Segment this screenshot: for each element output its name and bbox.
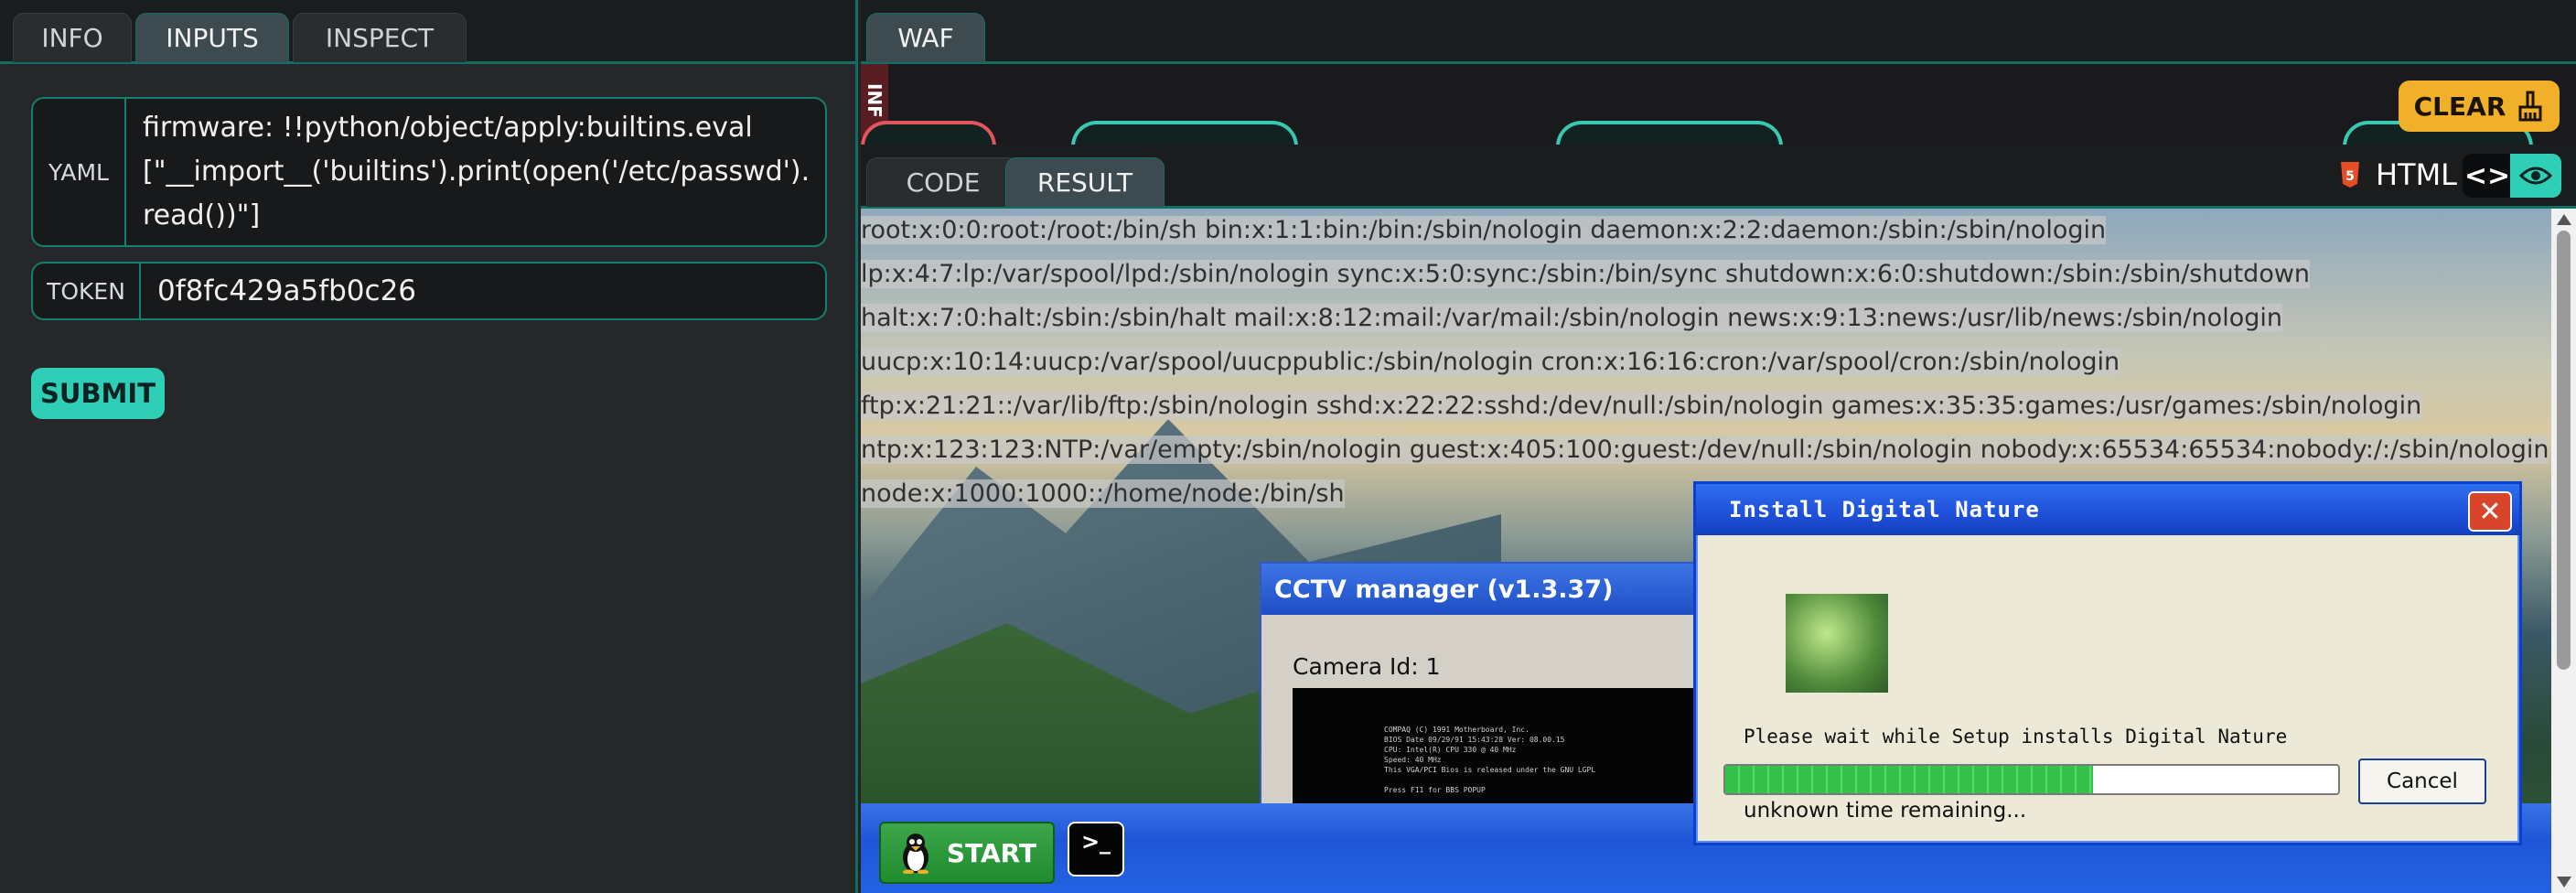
cancel-button[interactable]: Cancel [2358, 759, 2486, 804]
yaml-field[interactable]: YAML firmware: !!python/object/apply:bui… [31, 97, 827, 247]
preview-scrollbar[interactable] [2551, 209, 2576, 893]
graph-node[interactable] [861, 121, 996, 145]
screen-line: CPU: Intel(R) CPU 330 @ 40 MHz [1384, 746, 1517, 754]
graph-node[interactable] [1071, 121, 1298, 145]
broom-icon [2518, 91, 2542, 122]
progress-fill [1725, 766, 2093, 793]
clear-button[interactable]: CLEAR [2399, 81, 2560, 132]
left-tabbar: INFO INPUTS INSPECT [0, 0, 855, 64]
tab-waf[interactable]: WAF [866, 13, 985, 62]
screen-line: BIOS Date 09/29/91 15:43:28 Ver: 08.00.1… [1384, 736, 1565, 744]
installer-message: Please wait while Setup installs Digital… [1744, 726, 2288, 748]
start-label: START [946, 837, 1037, 868]
tab-code[interactable]: CODE [866, 157, 1020, 207]
token-field[interactable]: TOKEN 0f8fc429a5fb0c26 [31, 262, 827, 320]
digital-nature-icon [1786, 594, 1888, 693]
passwd-line: root:x:0:0:root:/root:/bin/sh bin:x:1:1:… [861, 216, 2107, 244]
graph-node[interactable] [1556, 121, 1783, 145]
waf-tabbar: WAF [861, 0, 2576, 64]
install-progress-bar [1723, 764, 2340, 795]
screen-line: COMPAQ (C) 1991 Motherboard, Inc. [1384, 726, 1530, 734]
camera-id-label: Camera Id: 1 [1293, 653, 1441, 680]
passwd-line: uucp:x:10:14:uucp:/var/spool/uucppublic:… [861, 348, 2120, 376]
svg-text:5: 5 [2345, 169, 2355, 184]
waf-graph[interactable]: INF CLEAR [861, 64, 2576, 146]
screen-line: Speed: 40 MHz [1384, 756, 1442, 764]
clear-label: CLEAR [2413, 91, 2506, 122]
yaml-label: YAML [33, 99, 126, 245]
tab-info[interactable]: INFO [13, 13, 132, 62]
code-view-toggle[interactable]: <> [2463, 154, 2512, 198]
passwd-line: ntp:x:123:123:NTP:/var/empty:/sbin/nolog… [861, 436, 2549, 464]
html-label: HTML [2375, 157, 2457, 192]
terminal-icon[interactable]: >_ [1068, 822, 1124, 877]
preview-toggle[interactable] [2510, 154, 2561, 198]
yaml-input[interactable]: firmware: !!python/object/apply:builtins… [126, 99, 826, 245]
close-icon[interactable]: ✕ [2468, 491, 2512, 532]
submit-button[interactable]: SUBMIT [31, 368, 165, 419]
passwd-line: node:x:1000:1000::/home/node:/bin/sh [861, 479, 1345, 508]
right-pane: WAF INF CLEAR CODE RESULT 5 HTML <> root… [861, 0, 2576, 893]
screen-line: Press F11 for BBS POPUP [1384, 786, 1486, 794]
passwd-output: root:x:0:0:root:/root:/bin/sh bin:x:1:1:… [861, 209, 2551, 516]
eye-icon [2519, 167, 2552, 185]
penguin-icon [902, 834, 928, 874]
token-input[interactable]: 0f8fc429a5fb0c26 [141, 264, 433, 318]
tab-result[interactable]: RESULT [1005, 157, 1165, 207]
passwd-line: ftp:x:21:21::/var/lib/ftp:/sbin/nologin … [861, 392, 2422, 420]
token-label: TOKEN [33, 264, 141, 318]
result-preview: root:x:0:0:root:/root:/bin/sh bin:x:1:1:… [861, 209, 2551, 893]
scroll-thumb[interactable] [2557, 231, 2571, 670]
left-pane: INFO INPUTS INSPECT YAML firmware: !!pyt… [0, 0, 858, 893]
screen-line [1384, 775, 1737, 785]
scroll-up-arrow[interactable] [2557, 214, 2571, 225]
html-indicator: 5 HTML [2339, 157, 2457, 192]
html5-icon: 5 [2340, 162, 2359, 188]
screen-line: This VGA/PCI Bios is released under the … [1384, 766, 1596, 774]
tab-inspect[interactable]: INSPECT [293, 13, 467, 62]
installer-title: Install Digital Nature [1696, 484, 2519, 535]
start-button[interactable]: START [879, 822, 1055, 884]
time-remaining: unknown time remaining... [1744, 799, 2027, 823]
passwd-line: halt:x:7:0:halt:/sbin:/sbin/halt mail:x:… [861, 304, 2282, 332]
tab-inputs[interactable]: INPUTS [135, 13, 289, 62]
scroll-down-arrow[interactable] [2557, 877, 2571, 888]
passwd-line: lp:x:4:7:lp:/var/spool/lpd:/sbin/nologin… [861, 260, 2311, 288]
installer-dialog[interactable]: Install Digital Nature ✕ Please wait whi… [1693, 481, 2522, 845]
result-tabbar: CODE RESULT 5 HTML <> [861, 145, 2576, 209]
cctv-title: CCTV manager (v1.3.37) [1261, 564, 1737, 615]
